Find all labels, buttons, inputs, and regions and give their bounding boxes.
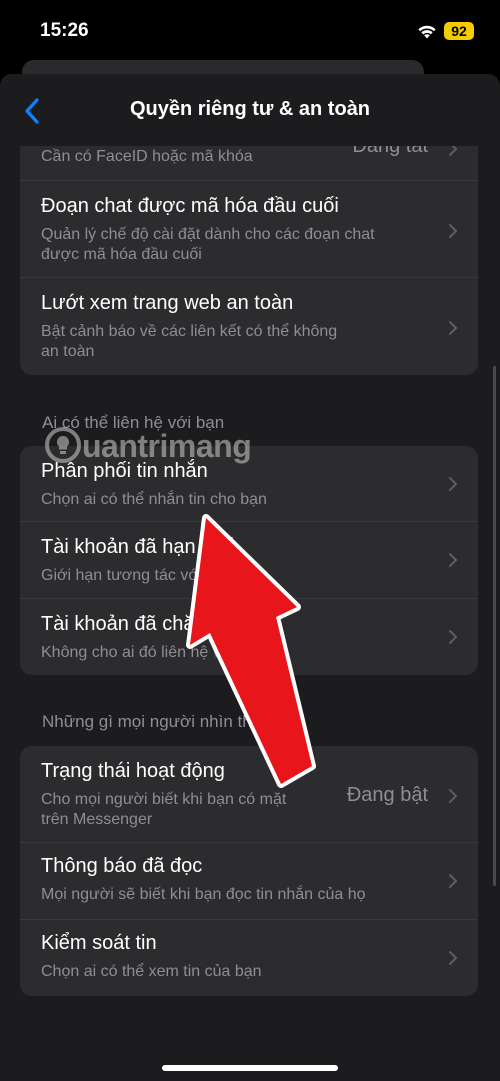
visibility-group: Trạng thái hoạt động Cho mọi người biết … [20, 746, 478, 996]
home-indicator[interactable] [162, 1065, 338, 1071]
watermark-text: uantrimang [82, 428, 252, 464]
chevron-right-icon [449, 630, 458, 644]
row-subtitle: Cần có FaceID hoặc mã khóa [41, 148, 253, 165]
row-subtitle-line2: an toàn [41, 343, 95, 360]
row-title: Kiểm soát tin [41, 932, 157, 954]
row-subtitle: Chọn ai có thể xem tin của bạn [41, 963, 262, 980]
chevron-right-icon [449, 789, 458, 803]
status-time: 15:26 [40, 20, 89, 41]
row-title: Tài khoản đã chặn [41, 613, 206, 635]
status-bar: 15:26 92 [0, 0, 500, 62]
navigation-bar: Quyền riêng tư & an toàn [0, 74, 500, 146]
row-subtitle: Quản lý chế độ cài đặt dành cho các đoạn… [41, 226, 375, 243]
list-item-active-status[interactable]: Trạng thái hoạt động Cho mọi người biết … [20, 746, 478, 843]
chevron-right-icon [449, 477, 458, 491]
chevron-right-icon [449, 874, 458, 888]
contact-group: Phân phối tin nhắn Chọn ai có thể nhắn t… [20, 446, 478, 675]
list-item-story-controls[interactable]: Kiểm soát tin Chọn ai có thể xem tin của… [20, 920, 478, 996]
row-title: Đoạn chat được mã hóa đầu cuối [41, 195, 339, 217]
chevron-right-icon [449, 951, 458, 965]
list-item-read-receipts[interactable]: Thông báo đã đọc Mọi người sẽ biết khi b… [20, 843, 478, 920]
row-subtitle: Giới hạn tương tác với ai đó [41, 567, 242, 584]
battery-indicator: 92 [444, 22, 474, 40]
row-value: Đang bật [346, 784, 428, 806]
row-title: Trạng thái hoạt động [41, 760, 225, 782]
list-item-encrypted-chats[interactable]: Đoạn chat được mã hóa đầu cuối Quản lý c… [20, 181, 478, 278]
settings-sheet: Quyền riêng tư & an toàn Cần có FaceID h… [0, 74, 500, 1081]
chevron-right-icon [449, 321, 458, 335]
chevron-right-icon [449, 224, 458, 238]
wifi-icon [418, 25, 436, 39]
list-item-safe-browsing[interactable]: Lướt xem trang web an toàn Bật cảnh báo … [20, 278, 478, 375]
scrollbar[interactable] [493, 366, 496, 886]
row-title: Lướt xem trang web an toàn [41, 292, 294, 314]
list-item-restricted-accounts[interactable]: Tài khoản đã hạn chế Giới hạn tương tác … [20, 522, 478, 599]
row-subtitle-line2: được mã hóa đầu cuối [41, 246, 202, 263]
lightbulb-icon [45, 427, 81, 463]
row-subtitle: Chọn ai có thể nhắn tin cho bạn [41, 491, 267, 508]
watermark-logo: uantrimang [42, 422, 282, 472]
page-title: Quyền riêng tư & an toàn [129, 98, 371, 120]
chevron-right-icon [449, 553, 458, 567]
row-title: Thông báo đã đọc [41, 855, 203, 877]
row-subtitle: Mọi người sẽ biết khi bạn đọc tin nhắn c… [41, 886, 366, 903]
list-item-blocked-accounts[interactable]: Tài khoản đã chặn Không cho ai đó liên h… [20, 599, 478, 675]
row-subtitle: Bật cảnh báo về các liên kết có thể khôn… [41, 323, 338, 340]
row-title: Tài khoản đã hạn chế [41, 536, 234, 558]
row-subtitle: Không cho ai đó liên hệ với bạn [41, 644, 266, 661]
row-subtitle: Cho mọi người biết khi bạn có mặt [41, 791, 287, 808]
section-label-visibility: Những gì mọi người nhìn thấy [42, 712, 270, 731]
row-subtitle-line2: trên Messenger [41, 811, 153, 828]
